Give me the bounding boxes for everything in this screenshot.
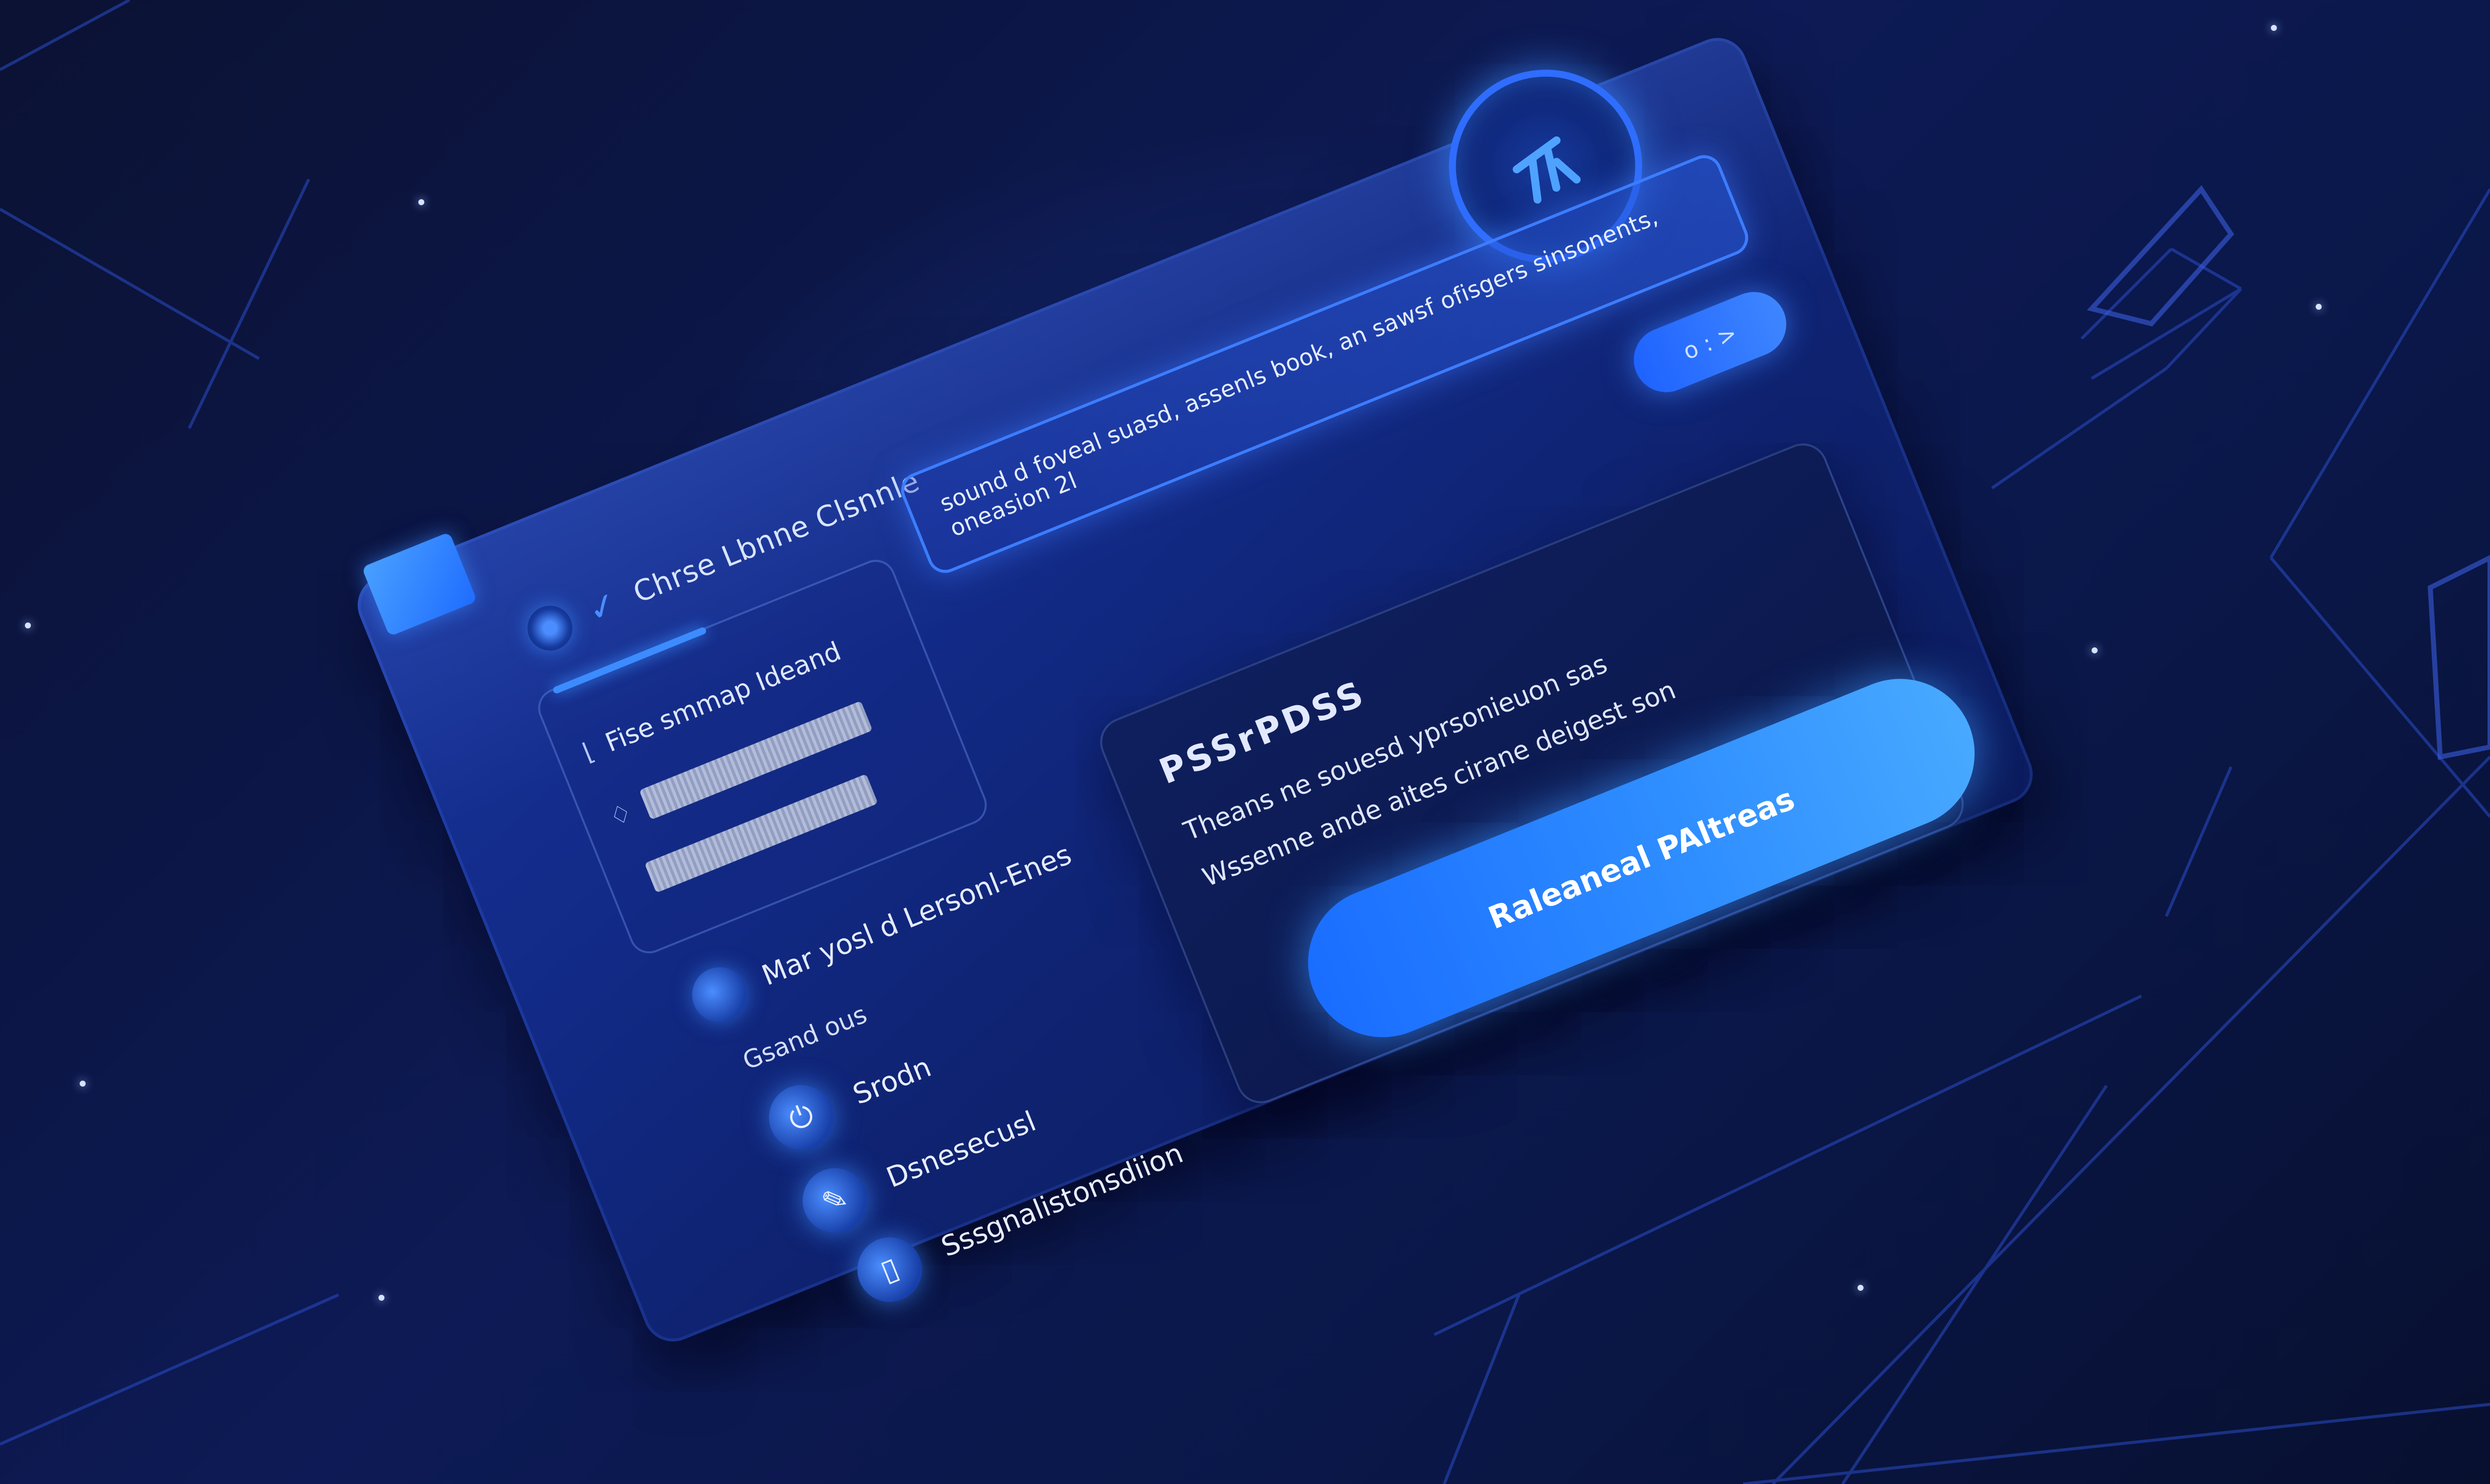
power-icon: ⏻ — [759, 1075, 844, 1160]
desktop-background: ✓ Chrse Lbnne Clsnnle sound d foveal sua… — [0, 0, 2490, 1484]
menu-item-label: Dsnesecusl — [882, 1105, 1041, 1194]
star-dot — [1858, 1285, 1864, 1291]
star-dot — [418, 199, 424, 205]
pen-icon: ✎ — [792, 1158, 877, 1243]
star-dot — [2271, 25, 2277, 31]
shield-icon: ♢ — [605, 797, 637, 833]
check-icon: ✓ — [581, 582, 624, 631]
star-dot — [378, 1295, 384, 1301]
star-dot — [2092, 647, 2098, 653]
bookmark-icon: ⌊ — [578, 736, 599, 767]
star-dot — [2316, 304, 2322, 310]
star-dot — [25, 622, 31, 628]
star-dot — [80, 1081, 86, 1087]
menu-heading-icon — [684, 959, 755, 1030]
menu-item-label: Srodn — [848, 1050, 936, 1111]
